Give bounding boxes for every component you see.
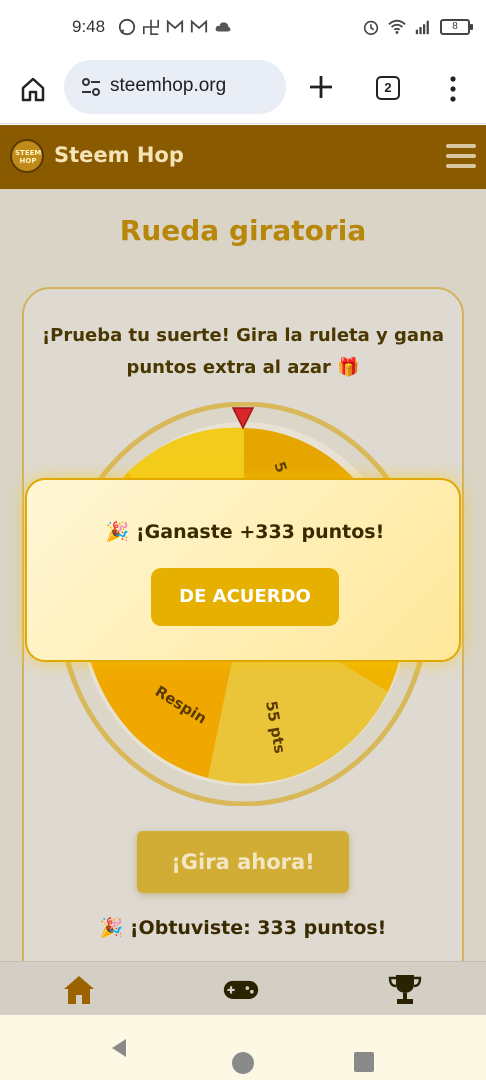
trophy-icon[interactable] <box>386 972 424 1006</box>
new-tab-icon[interactable] <box>306 72 336 102</box>
signal-icon <box>415 20 429 35</box>
browser-home-icon[interactable] <box>18 74 48 104</box>
wifi-icon <box>388 19 406 34</box>
battery-icon: 8 <box>440 19 473 35</box>
system-navigation-bar <box>0 1015 486 1080</box>
site-settings-icon[interactable] <box>80 76 102 98</box>
result-text: 🎉 ¡Obtuviste: 333 puntos! <box>99 917 387 939</box>
agree-button[interactable]: DE ACUERDO <box>151 568 339 626</box>
spin-now-button[interactable]: ¡Gira ahora! <box>137 831 349 893</box>
modal-message: 🎉 ¡Ganaste +333 puntos! <box>105 521 385 543</box>
gmail-icon <box>166 19 184 33</box>
notification-icons <box>118 18 232 36</box>
browser-toolbar: steemhop.org 2 <box>0 56 486 124</box>
logo-text: STEEM HOP <box>15 149 42 165</box>
home-button[interactable] <box>232 1052 254 1074</box>
gmail-icon <box>190 19 208 33</box>
back-icon[interactable] <box>108 1037 130 1059</box>
url-text: steemhop.org <box>110 75 227 96</box>
page-title: Rueda giratoria <box>119 214 367 247</box>
url-bar[interactable]: steemhop.org <box>64 60 286 114</box>
card-description: ¡Prueba tu suerte! Gira la ruleta y gana… <box>41 325 445 378</box>
win-modal: 🎉 ¡Ganaste +333 puntos! DE ACUERDO <box>25 478 461 662</box>
system-icons: 8 <box>362 18 473 36</box>
alarm-icon <box>363 20 379 36</box>
whatsapp-icon <box>118 18 136 36</box>
wheel-pointer-icon <box>231 407 255 430</box>
hamburger-menu-icon[interactable] <box>446 144 476 170</box>
bottom-nav <box>0 961 486 1015</box>
status-time: 9:48 <box>72 17 106 36</box>
cloud-icon <box>215 22 231 32</box>
recent-apps-button[interactable] <box>354 1052 374 1072</box>
site-name[interactable]: Steem Hop <box>54 143 184 167</box>
site-header: STEEM HOP Steem Hop <box>0 125 486 189</box>
home-icon[interactable] <box>60 972 98 1006</box>
browser-menu-icon[interactable] <box>446 74 460 104</box>
tab-switcher-button[interactable]: 2 <box>376 76 400 100</box>
gamepad-icon[interactable] <box>222 972 260 1006</box>
status-bar: 9:48 8 <box>0 0 486 56</box>
pinwheel-icon <box>142 19 160 36</box>
site-logo[interactable]: STEEM HOP <box>10 139 44 173</box>
